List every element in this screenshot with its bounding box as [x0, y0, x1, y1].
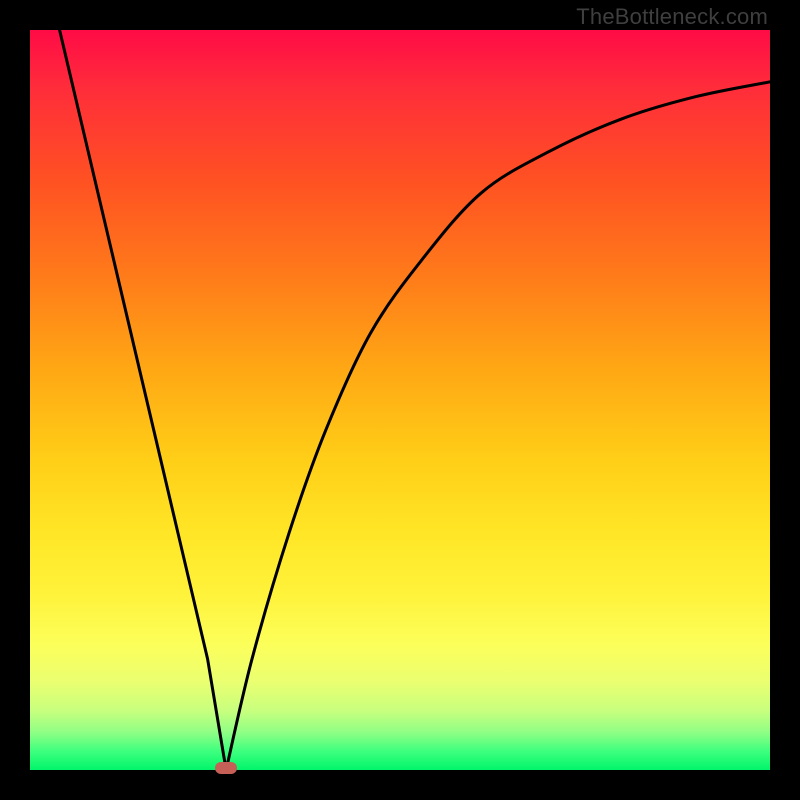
curve-svg	[30, 30, 770, 770]
min-marker	[215, 762, 237, 774]
watermark-label: TheBottleneck.com	[576, 4, 768, 30]
chart-frame: TheBottleneck.com	[0, 0, 800, 800]
curve-right	[226, 82, 770, 770]
plot-area	[30, 30, 770, 770]
curve-left	[60, 30, 227, 770]
